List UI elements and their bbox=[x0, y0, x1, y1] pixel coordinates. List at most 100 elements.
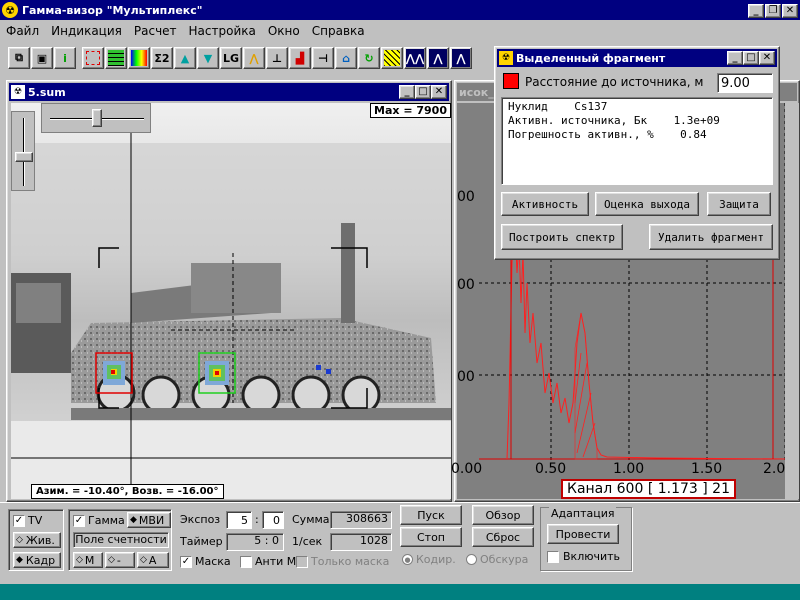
image-window-title: 5.sum bbox=[28, 85, 66, 99]
wave-icon-2[interactable]: ⋀ bbox=[427, 47, 449, 69]
protection-button[interactable]: Защита bbox=[707, 192, 771, 216]
mdi-close-button[interactable]: ✕ bbox=[782, 4, 798, 18]
menu-help[interactable]: Справка bbox=[312, 24, 365, 38]
error-line: Погрешность активн., % 0.84 bbox=[508, 128, 707, 141]
obscura-radio[interactable] bbox=[466, 554, 477, 565]
spectrum-scrollbar[interactable] bbox=[785, 103, 799, 499]
mask-checkbox[interactable]: ✓ bbox=[180, 555, 192, 568]
timer-label: Таймер bbox=[180, 535, 223, 548]
vertical-slider[interactable] bbox=[11, 111, 35, 191]
image-maximize-button[interactable]: □ bbox=[415, 85, 431, 99]
fragment-title-bar: ☢ Выделенный фрагмент _ □ ✕ bbox=[497, 49, 777, 67]
dash-label: - bbox=[116, 553, 121, 567]
x-tick-3: 1.50 bbox=[691, 461, 723, 477]
perform-button[interactable]: Провести bbox=[547, 524, 619, 544]
triangle-down-icon[interactable]: ▼ bbox=[197, 47, 219, 69]
app-title: Гамма-визор "Мультиплекс" bbox=[22, 3, 203, 17]
sum-icon[interactable]: Σ2 bbox=[151, 47, 173, 69]
exposure-separator: : bbox=[255, 513, 259, 526]
menu-file[interactable]: Файл bbox=[6, 24, 39, 38]
dash-radio[interactable]: ◇ - bbox=[105, 552, 135, 568]
channel-label: Канал 600 [ 1.173 ] 21 bbox=[561, 479, 736, 499]
gamma-group: ✓ Гамма ◆ МВИ Поле счетности ◇ М ◇ - ◇ А bbox=[68, 509, 172, 571]
wave-icon-1[interactable]: ⋀⋀ bbox=[404, 47, 426, 69]
exposure-sec-input[interactable]: 0 bbox=[262, 511, 284, 529]
menu-window[interactable]: Окно bbox=[268, 24, 300, 38]
a-label: А bbox=[148, 553, 157, 567]
nuclide-line: Нуклид Cs137 bbox=[508, 100, 608, 113]
azimuth-label: Азим. = -10.40°, Возв. = -16.00° bbox=[31, 484, 224, 499]
only-mask-checkbox[interactable] bbox=[296, 555, 308, 568]
distance-input[interactable]: 9.00 bbox=[717, 73, 773, 93]
frame-label: Кадр bbox=[25, 553, 56, 567]
rate-value: 1028 bbox=[330, 533, 392, 551]
mvi-radio[interactable]: ◆ МВИ bbox=[127, 512, 171, 528]
menu-calculation[interactable]: Расчет bbox=[134, 24, 177, 38]
yield-estimate-button[interactable]: Оценка выхода bbox=[595, 192, 699, 216]
palette-icon[interactable] bbox=[128, 47, 150, 69]
mask-label: Маска bbox=[195, 555, 231, 568]
copy-icon[interactable]: ⧉ bbox=[8, 47, 30, 69]
triangle-up-icon[interactable]: ▲ bbox=[174, 47, 196, 69]
menu-settings[interactable]: Настройка bbox=[189, 24, 256, 38]
enable-checkbox[interactable] bbox=[547, 550, 559, 563]
tv-label: TV bbox=[28, 514, 43, 527]
baseline-shift-icon[interactable]: ⊣ bbox=[312, 47, 334, 69]
image-minimize-button[interactable]: _ bbox=[399, 85, 415, 99]
mdi-minimize-button[interactable]: _ bbox=[748, 4, 764, 18]
start-button[interactable]: Пуск bbox=[400, 505, 462, 525]
peak-icon[interactable]: ⋀ bbox=[243, 47, 265, 69]
fragment-window-icon: ☢ bbox=[499, 51, 513, 65]
mvi-label: МВИ bbox=[138, 513, 165, 527]
wave-icon-3[interactable]: ⋀ bbox=[450, 47, 472, 69]
exposure-min-input[interactable]: 5 bbox=[226, 511, 252, 529]
y-tick-1: 00 bbox=[457, 189, 475, 205]
live-radio[interactable]: ◇ Жив. bbox=[13, 532, 61, 548]
fragment-minimize-button[interactable]: _ bbox=[727, 51, 743, 65]
coded-radio[interactable]: ● bbox=[402, 554, 413, 565]
horizontal-slider-thumb[interactable] bbox=[92, 109, 102, 127]
rotate-icon[interactable]: ↻ bbox=[358, 47, 380, 69]
camera-image[interactable]: Max = 7900 Азим. = -10.40°, Возв. = -16.… bbox=[11, 103, 451, 499]
frame-radio[interactable]: ◆ Кадр bbox=[13, 552, 61, 568]
vertical-slider-thumb[interactable] bbox=[15, 152, 33, 162]
tv-checkbox[interactable]: ✓ bbox=[13, 514, 25, 527]
live-label: Жив. bbox=[25, 533, 55, 547]
info-icon[interactable]: i bbox=[54, 47, 76, 69]
a-radio[interactable]: ◇ А bbox=[137, 552, 169, 568]
horizontal-slider[interactable] bbox=[41, 103, 151, 133]
paste-icon[interactable]: ▣ bbox=[31, 47, 53, 69]
stop-button[interactable]: Стоп bbox=[400, 527, 462, 547]
overview-button[interactable]: Обзор bbox=[472, 505, 534, 525]
anti-m-checkbox[interactable] bbox=[240, 555, 252, 568]
x-tick-2: 1.00 bbox=[613, 461, 645, 477]
spectrum-red-icon[interactable]: ▟ bbox=[289, 47, 311, 69]
build-spectrum-button[interactable]: Построить спектр bbox=[501, 224, 623, 250]
fragment-maximize-button[interactable]: □ bbox=[743, 51, 759, 65]
mdi-restore-button[interactable]: ❐ bbox=[765, 4, 781, 18]
anti-m-label: Анти М bbox=[255, 555, 297, 568]
reset-button[interactable]: Сброс bbox=[472, 527, 534, 547]
menu-indication[interactable]: Индикация bbox=[51, 24, 122, 38]
log-scale-icon[interactable]: LG bbox=[220, 47, 242, 69]
delete-fragment-button[interactable]: Удалить фрагмент bbox=[649, 224, 773, 250]
erase-icon[interactable]: ⌂ bbox=[335, 47, 357, 69]
fragment-color-swatch[interactable] bbox=[503, 73, 519, 89]
timer-value: 5 : 0 bbox=[226, 533, 284, 551]
image-window-icon: ☢ bbox=[11, 85, 25, 99]
image-close-button[interactable]: ✕ bbox=[431, 85, 447, 99]
enable-label: Включить bbox=[563, 550, 621, 563]
hatch-icon[interactable] bbox=[381, 47, 403, 69]
fragment-close-button[interactable]: ✕ bbox=[759, 51, 775, 65]
select-frame-icon[interactable] bbox=[82, 47, 104, 69]
rate-label: 1/сек bbox=[292, 535, 323, 548]
m-radio[interactable]: ◇ М bbox=[73, 552, 103, 568]
grid-icon[interactable] bbox=[105, 47, 127, 69]
only-mask-label: Только маска bbox=[311, 555, 390, 568]
gamma-checkbox[interactable]: ✓ bbox=[73, 514, 85, 527]
baseline-icon[interactable]: ⊥ bbox=[266, 47, 288, 69]
tv-group: ✓ TV ◇ Жив. ◆ Кадр bbox=[8, 509, 64, 571]
app-title-bar: ☢ Гамма-визор "Мультиплекс" bbox=[0, 0, 800, 20]
activity-button[interactable]: Активность bbox=[501, 192, 589, 216]
image-window-title-bar: ☢ 5.sum _ □ ✕ bbox=[9, 83, 449, 101]
